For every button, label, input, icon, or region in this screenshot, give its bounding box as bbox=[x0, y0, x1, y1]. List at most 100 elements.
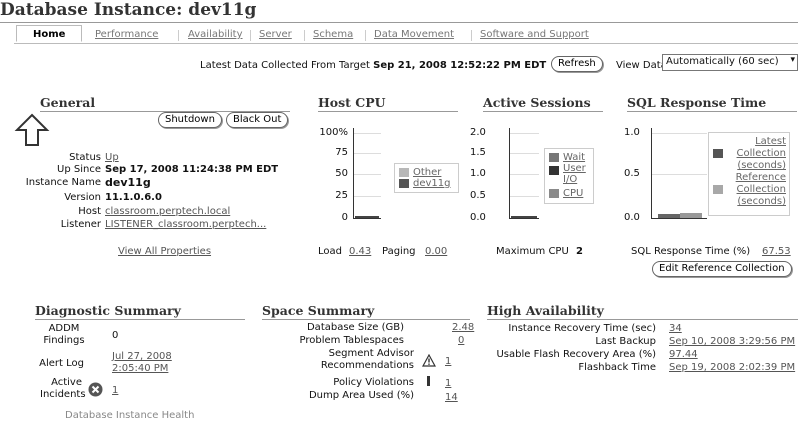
edit-reference-collection-button[interactable]: Edit Reference Collection bbox=[652, 261, 792, 277]
host-cpu-y-axis bbox=[353, 128, 354, 218]
sessions-series-area bbox=[511, 216, 537, 218]
usable-flash-recovery-label: Usable Flash Recovery Area (%) bbox=[496, 349, 656, 360]
tab-separator bbox=[365, 30, 366, 41]
tab-schema[interactable]: Schema bbox=[313, 29, 353, 40]
paging-label: Paging bbox=[382, 246, 416, 257]
status-link[interactable]: Up bbox=[105, 152, 119, 163]
sessions-x-axis bbox=[509, 218, 539, 219]
black-out-button[interactable]: Black Out bbox=[226, 112, 289, 128]
sessions-gridline bbox=[509, 153, 539, 154]
problem-tablespaces-link[interactable]: 0 bbox=[458, 335, 464, 346]
sessions-tick-label: 0.5 bbox=[470, 190, 486, 201]
sessions-gridline bbox=[509, 133, 539, 134]
diagnostic-summary-title: Diagnostic Summary bbox=[35, 303, 181, 318]
tab-software-and-support[interactable]: Software and Support bbox=[480, 29, 589, 40]
sql-tick-label: 0.5 bbox=[624, 168, 640, 179]
shutdown-button[interactable]: Shutdown bbox=[158, 112, 222, 128]
sessions-tick-label: 1.0 bbox=[470, 168, 486, 179]
legend-latest-collection-link[interactable]: (seconds) bbox=[725, 160, 786, 171]
flashback-time-link[interactable]: Sep 19, 2008 2:02:39 PM bbox=[669, 362, 795, 373]
view-data-select[interactable]: Automatically (60 sec) ▾ bbox=[662, 54, 798, 71]
warning-icon bbox=[421, 353, 437, 367]
sessions-tick-label: 0.0 bbox=[470, 212, 486, 223]
version-label: Version bbox=[64, 192, 101, 203]
diagnostic-divider bbox=[35, 319, 245, 320]
maximum-cpu-value: 2 bbox=[576, 246, 583, 257]
alert-log-link[interactable]: Jul 27, 2008 2:05:40 PM bbox=[112, 351, 182, 375]
latest-data-label: Latest Data Collected From Target bbox=[200, 60, 370, 71]
up-arrow-icon bbox=[14, 113, 50, 147]
segment-advisor-label: Segment Advisor Recommendations bbox=[320, 348, 414, 371]
sql-response-pct-link[interactable]: 67.53 bbox=[762, 246, 791, 257]
legend-latest-collection-link[interactable]: Latest bbox=[736, 136, 786, 147]
legend-other-link[interactable]: Other bbox=[413, 167, 441, 178]
legend-cpu-link[interactable]: CPU bbox=[563, 188, 583, 199]
host-cpu-gridline bbox=[353, 196, 381, 197]
listener-link[interactable]: LISTENER_classroom.perptech... bbox=[105, 219, 266, 230]
legend-latest-collection-link[interactable]: Collection bbox=[725, 148, 786, 159]
legend-user-io-link[interactable]: User I/O bbox=[563, 163, 589, 185]
sql-latest-bar bbox=[658, 214, 680, 218]
alert-log-label: Alert Log bbox=[39, 358, 84, 369]
sql-x-axis bbox=[651, 218, 707, 219]
policy-violations-link[interactable]: 1 bbox=[445, 378, 451, 389]
sessions-y-axis bbox=[509, 128, 510, 218]
tab-server[interactable]: Server bbox=[259, 29, 292, 40]
sql-tick-label: 1.0 bbox=[624, 127, 640, 138]
instance-name-value: dev11g bbox=[105, 176, 151, 189]
sessions-tick-label: 1.5 bbox=[470, 147, 486, 158]
legend-swatch-user-io bbox=[549, 166, 559, 175]
refresh-button[interactable]: Refresh bbox=[551, 56, 603, 72]
tab-performance[interactable]: Performance bbox=[95, 29, 158, 40]
legend-dev11g-link[interactable]: dev11g bbox=[413, 178, 451, 189]
dump-area-used-link[interactable]: 14 bbox=[445, 392, 458, 403]
latest-data-timestamp: Sep 21, 2008 12:52:22 PM EDT bbox=[373, 60, 547, 71]
view-data-label: View Data bbox=[616, 60, 667, 71]
sql-reference-bar bbox=[680, 213, 702, 218]
title-divider bbox=[0, 22, 798, 23]
space-summary-title: Space Summary bbox=[262, 303, 375, 318]
instance-recovery-time-label: Instance Recovery Time (sec) bbox=[508, 323, 656, 334]
tab-home[interactable]: Home bbox=[16, 25, 83, 42]
high-availability-title: High Availability bbox=[487, 303, 604, 318]
load-value-link[interactable]: 0.43 bbox=[349, 246, 371, 257]
last-backup-link[interactable]: Sep 10, 2008 3:29:56 PM bbox=[669, 336, 795, 347]
legend-wait-link[interactable]: Wait bbox=[563, 152, 585, 163]
tab-separator bbox=[178, 30, 179, 41]
legend-swatch-dev11g bbox=[399, 179, 409, 188]
active-incidents-link[interactable]: 1 bbox=[112, 385, 118, 396]
legend-swatch-cpu bbox=[549, 189, 559, 198]
tab-separator bbox=[304, 30, 305, 41]
flashback-time-label: Flashback Time bbox=[578, 362, 656, 373]
legend-swatch-wait bbox=[549, 153, 559, 162]
usable-flash-recovery-link[interactable]: 97.44 bbox=[669, 349, 698, 360]
host-cpu-gridline bbox=[353, 153, 381, 154]
tab-availability[interactable]: Availability bbox=[188, 29, 243, 40]
problem-tablespaces-label: Problem Tablespaces bbox=[299, 335, 404, 346]
tab-bar: Home Performance Availability Server Sch… bbox=[14, 25, 798, 44]
active-sessions-title: Active Sessions bbox=[483, 95, 591, 110]
load-label: Load bbox=[318, 246, 342, 257]
active-sessions-divider bbox=[483, 111, 603, 112]
legend-reference-collection-link[interactable]: (seconds) bbox=[725, 196, 786, 207]
legend-swatch-other bbox=[399, 168, 409, 177]
paging-value-link[interactable]: 0.00 bbox=[425, 246, 447, 257]
sql-tick-label: 0.0 bbox=[624, 212, 640, 223]
host-cpu-x-axis bbox=[353, 218, 381, 219]
space-divider bbox=[262, 319, 470, 320]
legend-reference-collection-link[interactable]: Reference bbox=[725, 172, 786, 183]
sql-legend: Latest Collection (seconds) Reference Co… bbox=[708, 132, 790, 216]
up-since-label: Up Since bbox=[57, 164, 101, 175]
last-backup-label: Last Backup bbox=[595, 336, 656, 347]
policy-violation-icon bbox=[427, 376, 430, 386]
segment-advisor-link[interactable]: 1 bbox=[445, 356, 451, 367]
sql-response-pct-label: SQL Response Time (%) bbox=[631, 246, 751, 257]
legend-reference-collection-link[interactable]: Collection bbox=[725, 184, 786, 195]
database-size-link[interactable]: 2.48 bbox=[452, 322, 474, 333]
up-since-value: Sep 17, 2008 11:24:38 PM EDT bbox=[105, 164, 279, 175]
tab-data-movement[interactable]: Data Movement bbox=[374, 29, 454, 40]
latest-data-line: Latest Data Collected From Target Sep 21… bbox=[200, 60, 546, 71]
instance-recovery-time-link[interactable]: 34 bbox=[669, 323, 682, 334]
view-all-properties-link[interactable]: View All Properties bbox=[118, 246, 211, 257]
host-link[interactable]: classroom.perptech.local bbox=[105, 206, 230, 217]
